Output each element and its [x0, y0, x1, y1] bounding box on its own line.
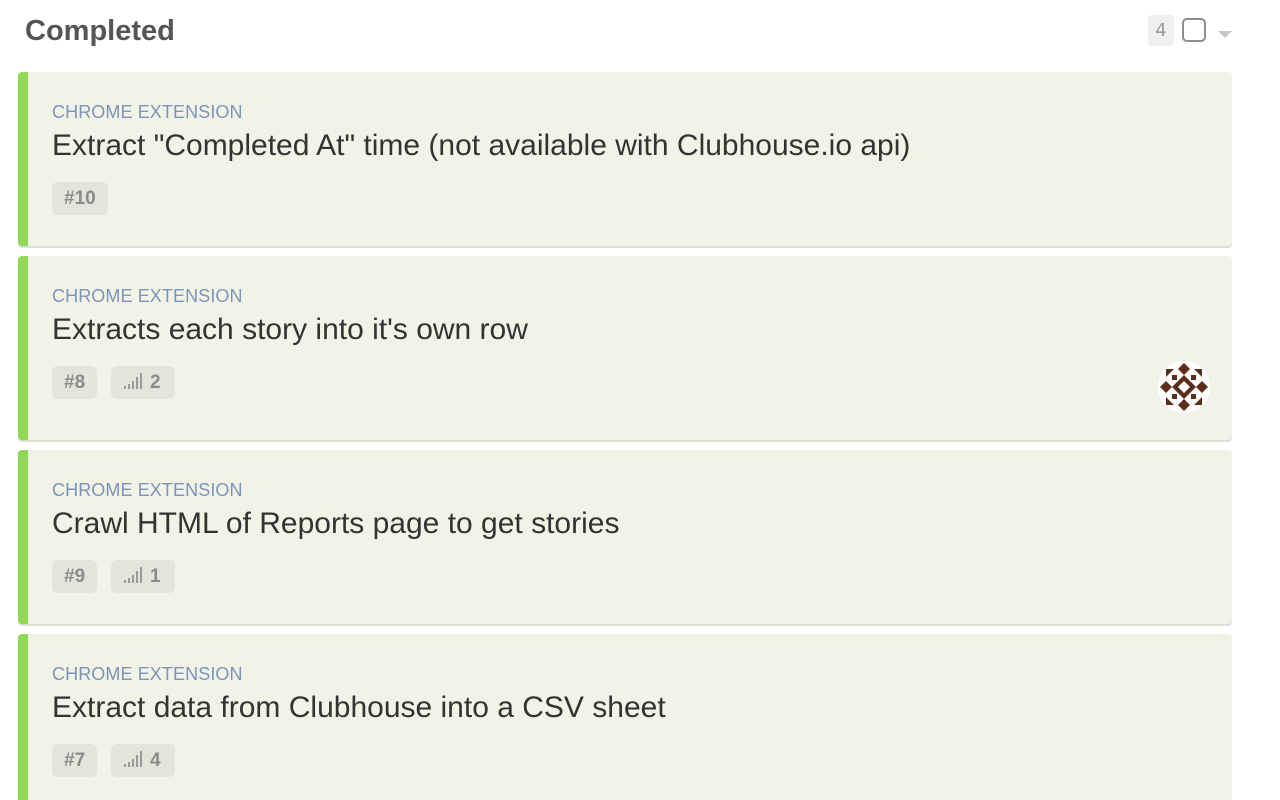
story-epic-label: CHROME EXTENSION: [52, 480, 243, 500]
story-epic-label: CHROME EXTENSION: [52, 664, 243, 684]
estimate-badge: 4: [111, 744, 175, 777]
story-card[interactable]: CHROME EXTENSION Extract "Completed At" …: [18, 72, 1232, 246]
story-card[interactable]: CHROME EXTENSION Extracts each story int…: [18, 256, 1232, 440]
story-card[interactable]: CHROME EXTENSION Extract data from Clubh…: [18, 634, 1232, 800]
estimate-value: 1: [150, 566, 161, 587]
story-title[interactable]: Crawl HTML of Reports page to get storie…: [52, 507, 619, 541]
estimate-bars-icon: [123, 566, 144, 583]
story-count-badge: 4: [1148, 15, 1174, 46]
story-id-badge: #7: [52, 744, 98, 777]
story-epic-label: CHROME EXTENSION: [52, 286, 243, 306]
story-epic-label: CHROME EXTENSION: [52, 102, 243, 122]
estimate-badge: 1: [111, 560, 175, 593]
estimate-bars-icon: [123, 750, 144, 767]
estimate-badge: 2: [111, 366, 175, 399]
story-id-badge: #9: [52, 560, 98, 593]
estimate-value: 2: [150, 372, 161, 393]
story-card[interactable]: CHROME EXTENSION Crawl HTML of Reports p…: [18, 450, 1232, 624]
story-id-badge: #8: [52, 366, 98, 399]
chevron-down-icon[interactable]: [1218, 31, 1232, 38]
estimate-value: 4: [150, 750, 161, 771]
column-header: Completed 4: [25, 14, 1240, 50]
select-all-checkbox[interactable]: [1182, 18, 1206, 42]
column-title: Completed: [25, 15, 175, 47]
story-title[interactable]: Extracts each story into it's own row: [52, 313, 528, 347]
story-title[interactable]: Extract "Completed At" time (not availab…: [52, 129, 910, 163]
story-title[interactable]: Extract data from Clubhouse into a CSV s…: [52, 691, 666, 725]
completed-column: Completed 4 CHROME EXTENSION Extract "Co…: [0, 0, 1280, 800]
story-id-badge: #10: [52, 182, 108, 215]
estimate-bars-icon: [123, 372, 144, 389]
owner-avatar[interactable]: [1158, 361, 1210, 413]
